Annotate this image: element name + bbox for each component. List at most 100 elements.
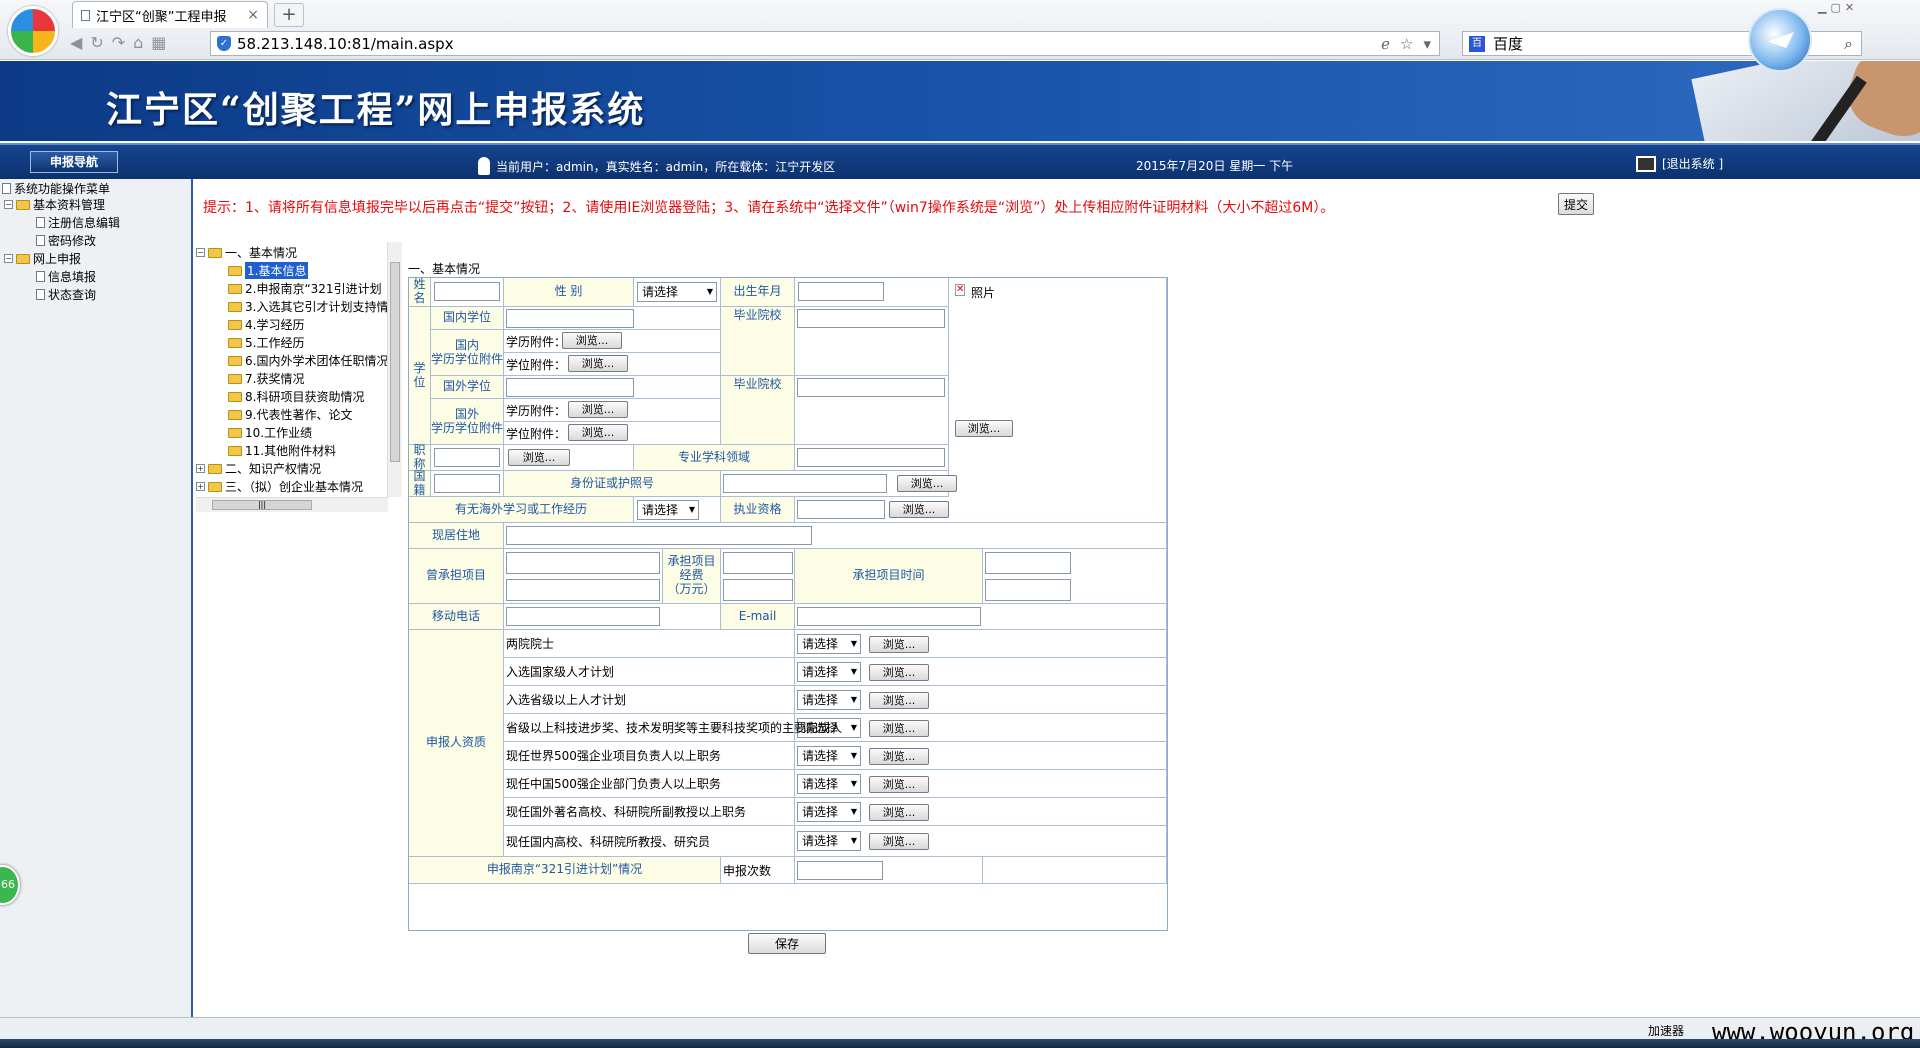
sidebar-item-fill-info[interactable]: 信息填报: [48, 268, 96, 285]
tree-item[interactable]: 1.基本信息: [245, 262, 309, 279]
browser-logo-icon[interactable]: [8, 6, 58, 56]
title-browse-button[interactable]: 浏览...: [508, 449, 570, 466]
qual-browse-button[interactable]: 浏览...: [869, 664, 929, 681]
tree-item[interactable]: 6.国内外学术团体任职情况: [245, 352, 388, 369]
home-icon[interactable]: ⌂: [133, 33, 143, 52]
apply-count-input[interactable]: [797, 861, 883, 880]
license-input[interactable]: [797, 500, 885, 519]
address-bar[interactable]: ✓ 58.213.148.10:81/main.aspx ℯ ☆ ▾: [210, 31, 1440, 56]
tree-item[interactable]: 3.入选其它引才计划支持情: [245, 298, 388, 315]
address-input[interactable]: [506, 526, 812, 545]
tree-section-basic[interactable]: 一、基本情况: [225, 244, 297, 261]
star-icon[interactable]: ☆: [1400, 35, 1413, 53]
qual-select[interactable]: 请选择: [797, 690, 861, 710]
tree-item[interactable]: 5.工作经历: [245, 334, 304, 351]
qual-select[interactable]: 请选择: [797, 831, 861, 851]
sidebar-item-status-query[interactable]: 状态查询: [48, 286, 96, 303]
tree-item[interactable]: 11.其他附件材料: [245, 442, 336, 459]
nav-tab[interactable]: 申报导航: [30, 151, 118, 173]
qual-select[interactable]: 请选择: [797, 746, 861, 766]
tree-item[interactable]: 8.科研项目获资助情况: [245, 388, 364, 405]
sidebar-item-register-edit[interactable]: 注册信息编辑: [48, 214, 120, 231]
tree-item[interactable]: 9.代表性著作、论文: [245, 406, 352, 423]
accelerator-label[interactable]: 加速器: [1648, 1022, 1684, 1039]
grid-icon[interactable]: ▦: [151, 33, 166, 52]
qual-browse-button[interactable]: 浏览...: [869, 776, 929, 793]
name-input[interactable]: [434, 282, 500, 301]
sidebar-group-basic[interactable]: 基本资料管理: [33, 196, 105, 213]
tree-section-ip[interactable]: 二、知识产权情况: [225, 460, 321, 477]
back-icon[interactable]: ◀: [70, 33, 82, 52]
project-input-1[interactable]: [506, 552, 660, 574]
bird-mascot-icon: [1748, 8, 1812, 72]
scroll-thumb[interactable]: [390, 262, 400, 462]
birth-input[interactable]: [798, 282, 884, 301]
search-icon[interactable]: ⌕: [1844, 34, 1853, 54]
project-fund-input-1[interactable]: [723, 552, 793, 574]
domestic-edu-browse-button[interactable]: 浏览...: [562, 332, 622, 349]
refresh-icon[interactable]: ↻: [90, 33, 103, 52]
nationality-input[interactable]: [434, 474, 500, 493]
tab-close-icon[interactable]: ×: [247, 7, 259, 23]
collapse-icon[interactable]: −: [196, 248, 205, 257]
overseas-select[interactable]: 请选择: [637, 500, 699, 520]
project-time-input-2[interactable]: [985, 579, 1071, 601]
mobile-input[interactable]: [506, 607, 660, 626]
tree-horizontal-scrollbar[interactable]: |||: [196, 497, 388, 512]
domestic-degree-input[interactable]: [506, 309, 634, 328]
save-button[interactable]: 保存: [748, 933, 826, 954]
birth-cell: [795, 278, 949, 307]
project-time-input-1[interactable]: [985, 552, 1071, 574]
logout-link[interactable]: [退出系统 ]: [1662, 155, 1723, 172]
qual-browse-button[interactable]: 浏览...: [869, 748, 929, 765]
grad-school-input[interactable]: [797, 309, 945, 328]
close-icon[interactable]: ✕: [1845, 1, 1854, 14]
sidebar-group-online[interactable]: 网上申报: [33, 250, 81, 267]
project-input-2[interactable]: [506, 579, 660, 601]
qual-browse-button[interactable]: 浏览...: [869, 720, 929, 737]
title-input[interactable]: [434, 448, 500, 467]
minimize-icon[interactable]: ▁: [1818, 1, 1826, 14]
tree-item[interactable]: 7.获奖情况: [245, 370, 304, 387]
tree-item[interactable]: 2.申报南京“321引进计划: [245, 280, 382, 297]
expand-icon[interactable]: +: [196, 464, 205, 473]
foreign-grad-school-input[interactable]: [797, 378, 945, 397]
photo-browse-button[interactable]: 浏览...: [955, 420, 1013, 437]
qual-browse-button[interactable]: 浏览...: [869, 804, 929, 821]
submit-button[interactable]: 提交: [1558, 193, 1594, 215]
tree-vertical-scrollbar[interactable]: [387, 242, 402, 497]
id-card-input[interactable]: [723, 474, 887, 493]
forward-icon[interactable]: ↷: [112, 33, 125, 52]
gender-select[interactable]: 请选择: [637, 282, 717, 302]
qual-select[interactable]: 请选择: [797, 802, 861, 822]
license-browse-button[interactable]: 浏览...: [889, 501, 949, 518]
deg-attach-label: 学位附件：: [506, 357, 567, 372]
ie-mode-icon[interactable]: ℯ: [1381, 35, 1390, 53]
qual-select[interactable]: 请选择: [797, 662, 861, 682]
email-input[interactable]: [797, 607, 981, 626]
foreign-edu-browse-button[interactable]: 浏览...: [568, 401, 628, 418]
browser-tab[interactable]: 江宁区“创聚”工程申报 ×: [72, 1, 268, 28]
domestic-deg-browse-button[interactable]: 浏览...: [568, 355, 628, 372]
scroll-thumb[interactable]: |||: [212, 500, 312, 510]
id-card-browse-button[interactable]: 浏览...: [897, 475, 957, 492]
qual-browse-button[interactable]: 浏览...: [869, 636, 929, 653]
foreign-degree-input[interactable]: [506, 378, 634, 397]
new-tab-button[interactable]: +: [274, 3, 304, 27]
collapse-icon[interactable]: −: [4, 200, 13, 209]
qual-browse-button[interactable]: 浏览...: [869, 692, 929, 709]
qual-browse-button[interactable]: 浏览...: [869, 833, 929, 850]
tree-item[interactable]: 4.学习经历: [245, 316, 304, 333]
tree-item[interactable]: 10.工作业绩: [245, 424, 312, 441]
maximize-icon[interactable]: ▢: [1830, 1, 1840, 14]
qual-select[interactable]: 请选择: [797, 774, 861, 794]
specialty-input[interactable]: [797, 448, 945, 467]
tree-section-company[interactable]: 三、（拟）创企业基本情况: [225, 478, 363, 495]
sidebar-item-password[interactable]: 密码修改: [48, 232, 96, 249]
project-fund-input-2[interactable]: [723, 579, 793, 601]
qual-select[interactable]: 请选择: [797, 634, 861, 654]
expand-icon[interactable]: +: [196, 482, 205, 491]
dropdown-icon[interactable]: ▾: [1423, 35, 1431, 53]
collapse-icon[interactable]: −: [4, 254, 13, 263]
foreign-deg-browse-button[interactable]: 浏览...: [568, 424, 628, 441]
